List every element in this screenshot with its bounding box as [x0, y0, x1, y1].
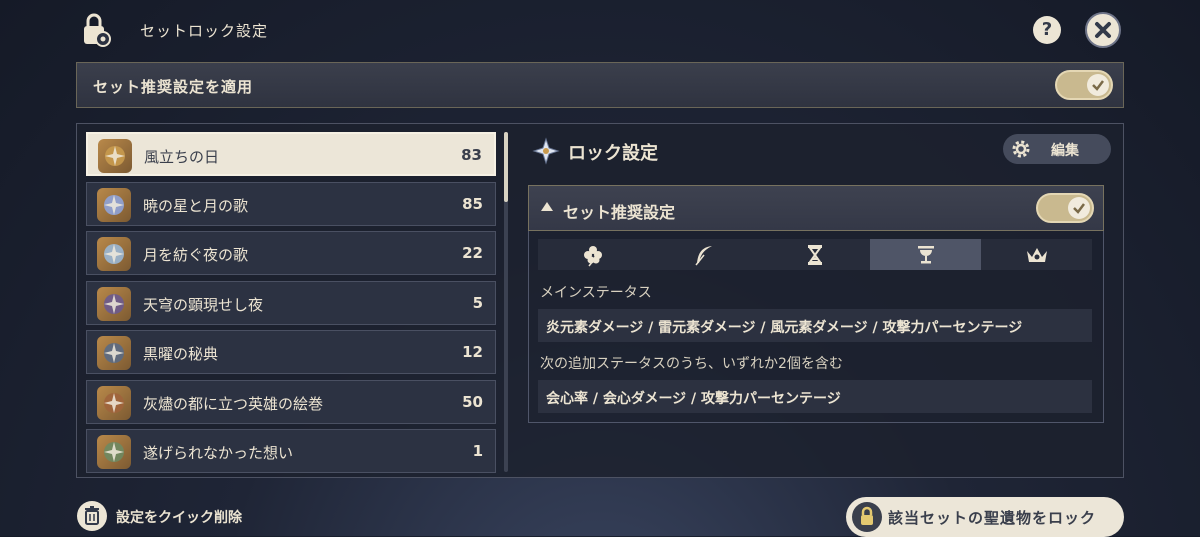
- edit-button[interactable]: 編集: [1003, 134, 1111, 164]
- artifact-set-icon: [98, 139, 132, 173]
- collapse-arrow-icon: [541, 202, 553, 211]
- set-list-item[interactable]: 風立ちの日 83: [86, 132, 496, 176]
- lock-set-artifacts-button[interactable]: 該当セットの聖遺物をロック: [846, 497, 1124, 537]
- lock-set-artifacts-label: 該当セットの聖遺物をロック: [888, 509, 1097, 527]
- sub-stat-box: 会心率 / 会心ダメージ / 攻撃力パーセンテージ: [538, 380, 1092, 413]
- set-count: 12: [462, 343, 483, 361]
- set-list-item[interactable]: 灰燼の都に立つ英雄の絵巻 50: [86, 379, 496, 424]
- tab-flower[interactable]: [538, 239, 649, 270]
- apply-recommended-banner: セット推奨設定を適用: [76, 62, 1124, 108]
- set-list-item[interactable]: 天穹の顕現せし夜 5: [86, 280, 496, 325]
- quick-delete-button[interactable]: [77, 501, 107, 531]
- set-count: 1: [472, 442, 483, 460]
- artifact-slot-tabs: [538, 239, 1092, 270]
- set-name: 黒曜の秘典: [143, 345, 219, 363]
- set-name: 月を紡ぐ夜の歌: [143, 246, 249, 264]
- artifact-set-icon: [97, 187, 131, 222]
- tab-plume[interactable]: [648, 239, 760, 270]
- set-name: 風立ちの日: [144, 148, 220, 166]
- main-stat-box: 炎元素ダメージ / 雷元素ダメージ / 風元素ダメージ / 攻撃力パーセンテージ: [538, 309, 1092, 342]
- list-scrollbar-thumb[interactable]: [504, 132, 508, 202]
- set-count: 5: [472, 293, 483, 312]
- set-count: 22: [462, 244, 483, 262]
- set-count: 85: [462, 194, 483, 213]
- page-title: セットロック設定: [140, 22, 269, 40]
- close-icon: [1095, 22, 1111, 38]
- recommended-settings-toggle[interactable]: [1036, 193, 1094, 223]
- set-name: 天穹の顕現せし夜: [143, 295, 264, 314]
- hourglass-icon: [807, 244, 822, 265]
- main-stat-value: 炎元素ダメージ / 雷元素ダメージ / 風元素ダメージ / 攻撃力パーセンテージ: [546, 320, 1023, 336]
- gear-icon: [1012, 140, 1030, 158]
- tab-sands[interactable]: [759, 239, 871, 270]
- sub-stat-value: 会心率 / 会心ダメージ / 攻撃力パーセンテージ: [546, 391, 841, 407]
- artifact-set-list: 風立ちの日 83 暁の星と月の歌 85 月を紡ぐ夜の歌 22 天穹の顕現せし夜 5 黒曜の秘典 1…: [86, 132, 498, 479]
- edit-label: 編集: [1051, 143, 1079, 159]
- close-button[interactable]: [1085, 12, 1121, 48]
- check-icon: [1068, 197, 1090, 219]
- check-icon: [1087, 74, 1109, 96]
- recommended-settings-label: セット推奨設定: [563, 203, 676, 222]
- sub-stat-label: 次の追加ステータスのうち、いずれか2個を含む: [540, 356, 843, 372]
- trash-icon: [85, 506, 99, 525]
- goblet-icon: [917, 245, 934, 263]
- recommended-settings-header[interactable]: セット推奨設定: [528, 185, 1104, 231]
- flower-icon: [584, 245, 603, 266]
- set-name: 暁の星と月の歌: [143, 196, 249, 215]
- apply-recommended-label: セット推奨設定を適用: [93, 78, 254, 96]
- artifact-set-icon: [97, 435, 131, 469]
- set-name: 遂げられなかった想い: [143, 444, 294, 462]
- tab-circlet[interactable]: [981, 239, 1092, 270]
- lock-settings-title: ロック設定: [568, 143, 658, 164]
- artifact-set-icon: [97, 237, 131, 271]
- feather-icon: [695, 245, 713, 265]
- artifact-set-icon: [97, 336, 131, 370]
- set-list-item[interactable]: 暁の星と月の歌 85: [86, 181, 496, 226]
- lock-gear-icon: [78, 12, 114, 48]
- set-list-item[interactable]: 月を紡ぐ夜の歌 22: [86, 231, 496, 275]
- tab-goblet[interactable]: [870, 239, 982, 270]
- lock-icon: [852, 502, 882, 532]
- help-button[interactable]: ?: [1033, 16, 1061, 44]
- set-list-item[interactable]: 遂げられなかった想い 1: [86, 429, 496, 473]
- quick-delete-label[interactable]: 設定をクイック削除: [116, 507, 242, 527]
- flower-emblem-icon: [532, 137, 560, 165]
- circlet-icon: [1026, 247, 1047, 262]
- set-name: 灰燼の都に立つ英雄の絵巻: [143, 394, 324, 413]
- set-count: 50: [462, 392, 483, 411]
- artifact-set-icon: [97, 286, 131, 321]
- set-count: 83: [461, 146, 482, 164]
- artifact-set-icon: [97, 385, 131, 420]
- set-list-item[interactable]: 黒曜の秘典 12: [86, 330, 496, 374]
- apply-recommended-toggle[interactable]: [1055, 70, 1113, 100]
- main-stat-label: メインステータス: [540, 285, 652, 301]
